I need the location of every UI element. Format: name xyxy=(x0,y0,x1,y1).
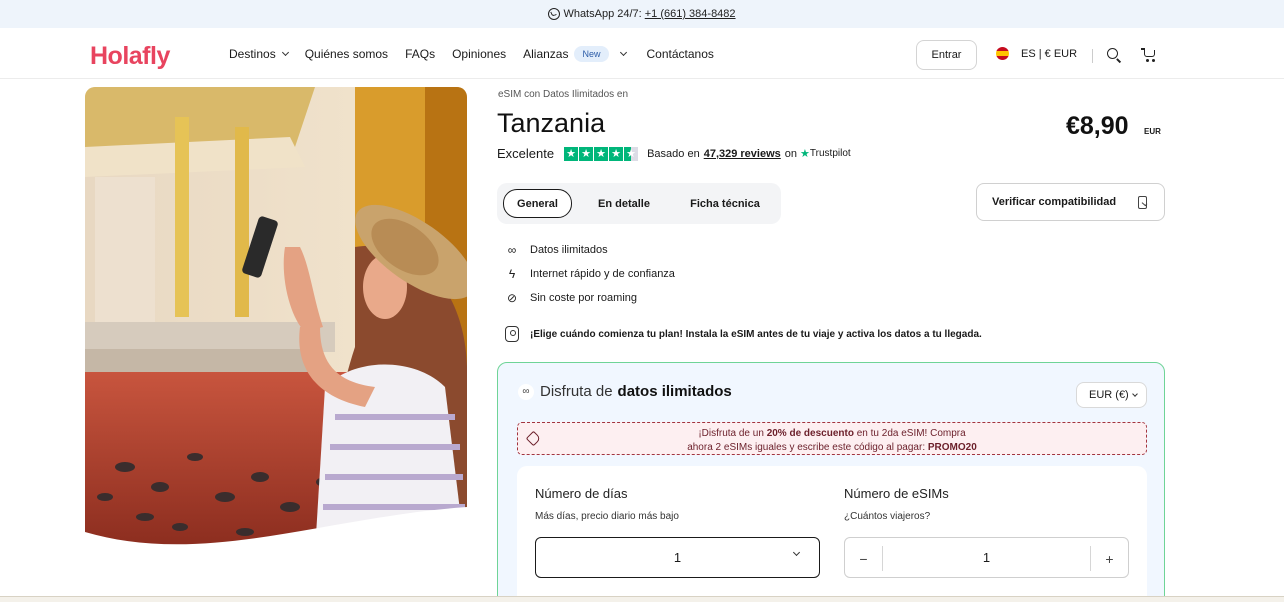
days-select[interactable]: 1 xyxy=(535,537,820,578)
trustpilot-name: Trustpilot xyxy=(809,148,851,159)
plan-heading-bold: datos ilimitados xyxy=(617,383,732,400)
promo-text: ahora 2 eSIMs iguales y escribe este cód… xyxy=(687,442,926,453)
esims-quantity-stepper: 1 − + xyxy=(844,537,1129,578)
compat-label: Verificar compatibilidad xyxy=(992,196,1117,208)
nav-label: FAQs xyxy=(405,47,436,61)
spain-flag-icon xyxy=(996,47,1009,60)
feature-item: ⊘ Sin coste por roaming xyxy=(504,286,675,310)
main-navigation: Holafly Destinos Quiénes somos FAQs Opin… xyxy=(0,28,1284,79)
chevron-down-icon xyxy=(619,48,627,57)
days-value: 1 xyxy=(673,550,682,565)
check-compatibility-button[interactable]: Verificar compatibilidad xyxy=(976,183,1165,221)
infinity-icon: ∞ xyxy=(507,243,517,257)
lightning-icon: ϟ xyxy=(508,267,516,281)
tab-en-detalle[interactable]: En detalle xyxy=(587,189,661,218)
product-price: €8,90 xyxy=(1066,112,1129,140)
promo-banner: ¡Disfruta de un 20% de descuento en tu 2… xyxy=(517,422,1147,455)
promo-text: ¡Disfruta de un xyxy=(698,428,764,439)
decrement-button[interactable]: − xyxy=(845,546,883,571)
rating-prefix: Basado en xyxy=(647,147,700,160)
new-badge: New xyxy=(574,46,609,62)
page-bottom-edge xyxy=(0,596,1284,602)
esim-activation-icon xyxy=(505,326,519,342)
logo-text: Holafly xyxy=(90,42,170,70)
rating-on: on xyxy=(784,147,798,160)
feature-label: Sin coste por roaming xyxy=(530,292,637,304)
star-icon xyxy=(594,146,609,161)
nav-item-faqs[interactable]: FAQs xyxy=(405,46,435,62)
product-title: Tanzania xyxy=(497,108,606,138)
nav-item-opiniones[interactable]: Opiniones xyxy=(452,46,506,62)
reviews-link[interactable]: 47,329 reviews xyxy=(704,148,781,160)
activation-notice: ¡Elige cuándo comienza tu plan! Instala … xyxy=(505,326,982,342)
days-sublabel: Más días, precio diario más bajo xyxy=(535,511,679,522)
plan-heading: ∞ Disfruta de datos ilimitados xyxy=(518,383,732,400)
tab-ficha-tecnica[interactable]: Ficha técnica xyxy=(680,189,770,218)
locale-label: ES | € EUR xyxy=(1021,47,1078,60)
whatsapp-phone-link[interactable]: +1 (661) 384-8482 xyxy=(645,8,736,20)
phone-check-icon xyxy=(1138,196,1147,209)
nav-divider xyxy=(1092,49,1093,63)
no-roaming-icon: ⊘ xyxy=(506,291,518,305)
rating-stars xyxy=(564,146,639,161)
chevron-down-icon xyxy=(1131,390,1138,397)
nav-item-alianzas[interactable]: Alianzas New xyxy=(523,46,627,62)
product-tabs: General En detalle Ficha técnica xyxy=(497,183,781,224)
currency-value: EUR (€) xyxy=(1089,389,1129,401)
half-star-icon xyxy=(624,146,639,161)
promo-line-1: ¡Disfruta de un 20% de descuento en tu 2… xyxy=(518,427,1146,441)
tab-general[interactable]: General xyxy=(503,189,572,218)
hero-image-traveler-photo xyxy=(85,87,467,552)
notice-text: ¡Elige cuándo comienza tu plan! Instala … xyxy=(530,328,982,340)
feature-item: ϟ Internet rápido y de confianza xyxy=(504,262,675,286)
plan-heading-prefix: Disfruta de xyxy=(540,383,613,400)
chevron-down-icon xyxy=(792,548,801,557)
whatsapp-label: WhatsApp 24/7: xyxy=(563,8,642,20)
whatsapp-icon xyxy=(548,8,561,20)
infinity-icon: ∞ xyxy=(518,383,534,400)
nav-links: Destinos Quiénes somos FAQs Opiniones Al… xyxy=(229,46,731,62)
trustpilot-star-icon: ★ xyxy=(800,148,810,160)
feature-label: Datos ilimitados xyxy=(530,244,608,256)
feature-label: Internet rápido y de confianza xyxy=(530,268,675,280)
nav-item-destinos[interactable]: Destinos xyxy=(229,46,289,62)
nav-label: Quiénes somos xyxy=(304,47,389,61)
holafly-logo[interactable]: Holafly xyxy=(90,42,170,71)
nav-item-contactanos[interactable]: Contáctanos xyxy=(647,46,714,62)
promo-discount: 20% de descuento xyxy=(766,428,854,439)
promo-code: PROMO20 xyxy=(927,442,977,453)
trustpilot-rating: Excelente Basado en 47,329 reviews on ★ … xyxy=(497,146,851,161)
nav-label: Opiniones xyxy=(452,47,507,61)
hero-photo-illustration xyxy=(85,87,467,552)
promo-text: en tu 2da eSIM! Compra xyxy=(856,428,966,439)
feature-item: ∞ Datos ilimitados xyxy=(504,238,675,262)
star-icon xyxy=(609,146,624,161)
product-subheading: eSIM con Datos Ilimitados en xyxy=(498,89,629,100)
plan-selector-card: ∞ Disfruta de datos ilimitados EUR (€) ¡… xyxy=(497,362,1165,602)
nav-item-quienes-somos[interactable]: Quiénes somos xyxy=(305,46,388,62)
currency-select[interactable]: EUR (€) xyxy=(1076,382,1147,408)
star-icon xyxy=(579,146,594,161)
chevron-down-icon xyxy=(281,48,289,57)
locale-selector[interactable]: ES | € EUR xyxy=(996,47,1077,60)
search-icon[interactable] xyxy=(1107,48,1118,59)
cart-icon[interactable] xyxy=(1141,47,1157,62)
rating-word: Excelente xyxy=(497,146,555,161)
nav-label: Destinos xyxy=(229,47,276,61)
price-currency: EUR xyxy=(1144,127,1161,136)
login-button[interactable]: Entrar xyxy=(916,40,977,70)
esims-value[interactable]: 1 xyxy=(845,538,1128,577)
nav-label: Contáctanos xyxy=(646,47,714,61)
promo-line-2: ahora 2 eSIMs iguales y escribe este cód… xyxy=(518,441,1146,455)
nav-label: Alianzas xyxy=(523,47,569,61)
esims-label: Número de eSIMs xyxy=(844,486,949,501)
esims-sublabel: ¿Cuántos viajeros? xyxy=(844,511,931,522)
star-icon xyxy=(564,146,579,161)
feature-list: ∞ Datos ilimitados ϟ Internet rápido y d… xyxy=(504,238,675,310)
increment-button[interactable]: + xyxy=(1090,546,1128,571)
days-label: Número de días xyxy=(535,486,628,501)
plan-selectors: Número de días Más días, precio diario m… xyxy=(517,466,1147,602)
whatsapp-topbar: WhatsApp 24/7: +1 (661) 384-8482 xyxy=(0,0,1284,28)
